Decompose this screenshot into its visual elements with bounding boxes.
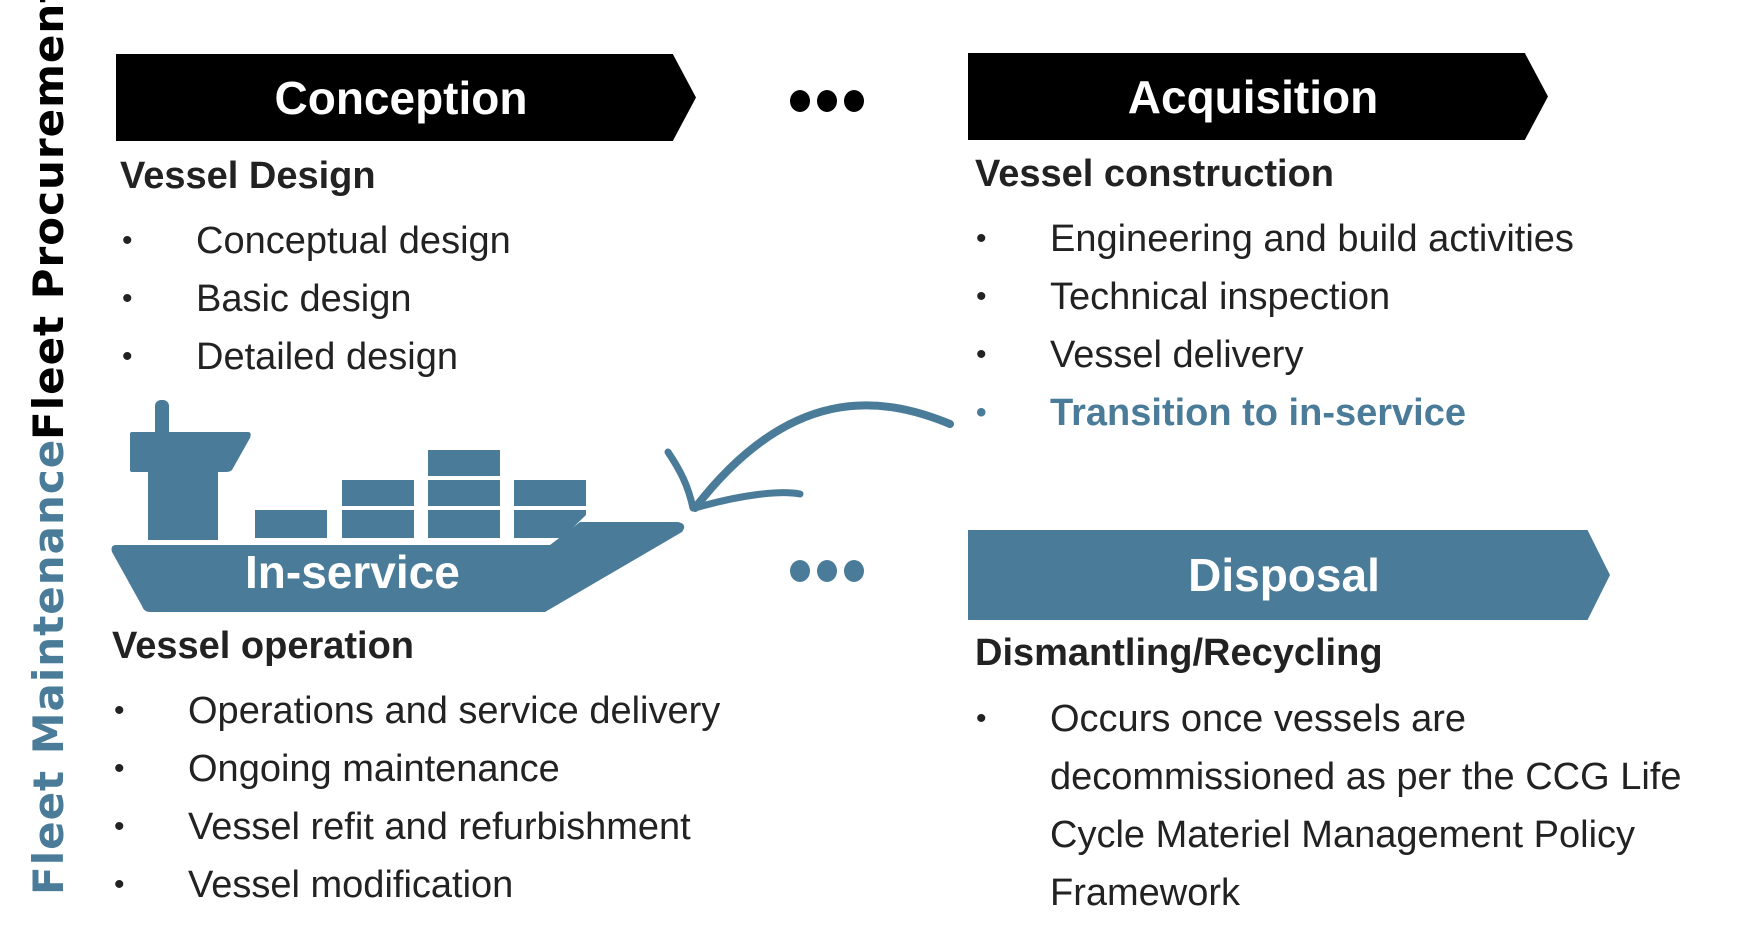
bullet-icon: • (122, 340, 133, 373)
list-item: • Engineering and build activities (970, 210, 1574, 268)
bullet-icon: • (976, 396, 987, 429)
bullet-icon: • (114, 810, 125, 843)
list-item: • Ongoing maintenance (108, 740, 720, 798)
acquisition-list: • Engineering and build activities • Techn… (970, 210, 1574, 442)
curved-arrow-icon (664, 401, 954, 512)
bullet-icon: • (114, 694, 125, 727)
conception-list: • Conceptual design • Basic design • Detail… (116, 212, 511, 386)
disposal-section-title: Dismantling/Recycling (975, 632, 1383, 674)
list-item: • Vessel modification (108, 856, 720, 914)
list-item: • Vessel refit and refurbishment (108, 798, 720, 856)
top-ellipsis-icon (790, 90, 864, 112)
in-service-banner-label: In-service (245, 546, 460, 598)
list-item: • Occurs once vessels are decommissioned … (970, 690, 1730, 922)
bottom-ellipsis-icon (790, 560, 864, 582)
bullet-icon: • (976, 222, 987, 255)
conception-section-title: Vessel Design (120, 155, 376, 197)
list-item: • Operations and service delivery (108, 682, 720, 740)
acquisition-section-title: Vessel construction (975, 153, 1335, 195)
list-item-highlighted: • Transition to in-service (970, 384, 1574, 442)
disposal-list: • Occurs once vessels are decommissioned … (970, 690, 1730, 922)
in-service-section-title: Vessel operation (112, 625, 415, 667)
conception-banner: Conception (116, 54, 696, 141)
bullet-icon: • (122, 224, 133, 257)
acquisition-banner-label: Acquisition (1127, 70, 1379, 123)
fleet-procurement-label: Fleet Procurement (24, 0, 73, 440)
conception-banner-label: Conception (274, 71, 528, 124)
bullet-icon: • (976, 280, 987, 313)
disposal-banner: Disposal (968, 530, 1610, 620)
list-item: • Basic design (116, 270, 511, 328)
list-item: • Technical inspection (970, 268, 1574, 326)
in-service-list: • Operations and service delivery • Ongoin… (108, 682, 720, 914)
bullet-icon: • (114, 752, 125, 785)
list-item: • Conceptual design (116, 212, 511, 270)
list-item: • Vessel delivery (970, 326, 1574, 384)
disposal-banner-label: Disposal (1188, 549, 1380, 601)
acquisition-banner: Acquisition (968, 53, 1548, 140)
fleet-maintenance-label: Fleet Maintenance (24, 438, 73, 895)
bullet-icon: • (122, 282, 133, 315)
bullet-icon: • (114, 868, 125, 901)
list-item: • Detailed design (116, 328, 511, 386)
bullet-icon: • (976, 338, 987, 371)
bullet-icon: • (976, 702, 987, 735)
